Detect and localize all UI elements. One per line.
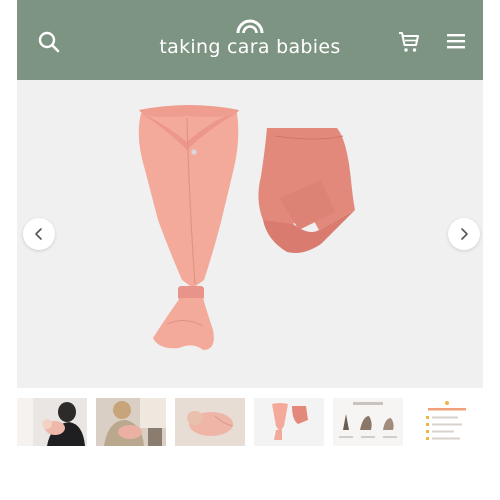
chevron-left-icon <box>35 228 42 240</box>
next-image-button[interactable] <box>448 218 480 250</box>
menu-button[interactable] <box>445 31 467 51</box>
brand-logo[interactable]: taking cara babies <box>137 14 363 70</box>
thumbnail-swaddle-checklist[interactable] <box>412 398 482 446</box>
cart-icon <box>399 32 419 52</box>
product-main-image <box>138 105 355 350</box>
site-header: taking cara babies <box>17 0 483 80</box>
swaddle-image <box>138 105 239 350</box>
thumbnail-swaddled-baby-sleeping[interactable] <box>175 398 245 446</box>
sleeve-image <box>258 128 355 253</box>
chevron-right-icon <box>461 228 468 240</box>
thumbnail-how-to-swaddle-steps[interactable] <box>333 398 403 446</box>
thumbnail-caregiver-swaddling[interactable] <box>96 398 166 446</box>
search-icon <box>38 31 60 53</box>
previous-image-button[interactable] <box>23 218 55 250</box>
brand-name: taking cara babies <box>159 36 341 58</box>
thumbnail-mother-holding-baby[interactable] <box>17 398 87 446</box>
product-image-gallery[interactable] <box>17 80 483 388</box>
search-button[interactable] <box>37 30 61 54</box>
thumbnail-swaddle-product[interactable] <box>254 398 324 446</box>
cart-button[interactable] <box>397 30 421 54</box>
hamburger-menu-icon <box>447 34 465 49</box>
rainbow-logo-icon <box>236 19 264 34</box>
thumbnail-strip <box>17 398 483 448</box>
